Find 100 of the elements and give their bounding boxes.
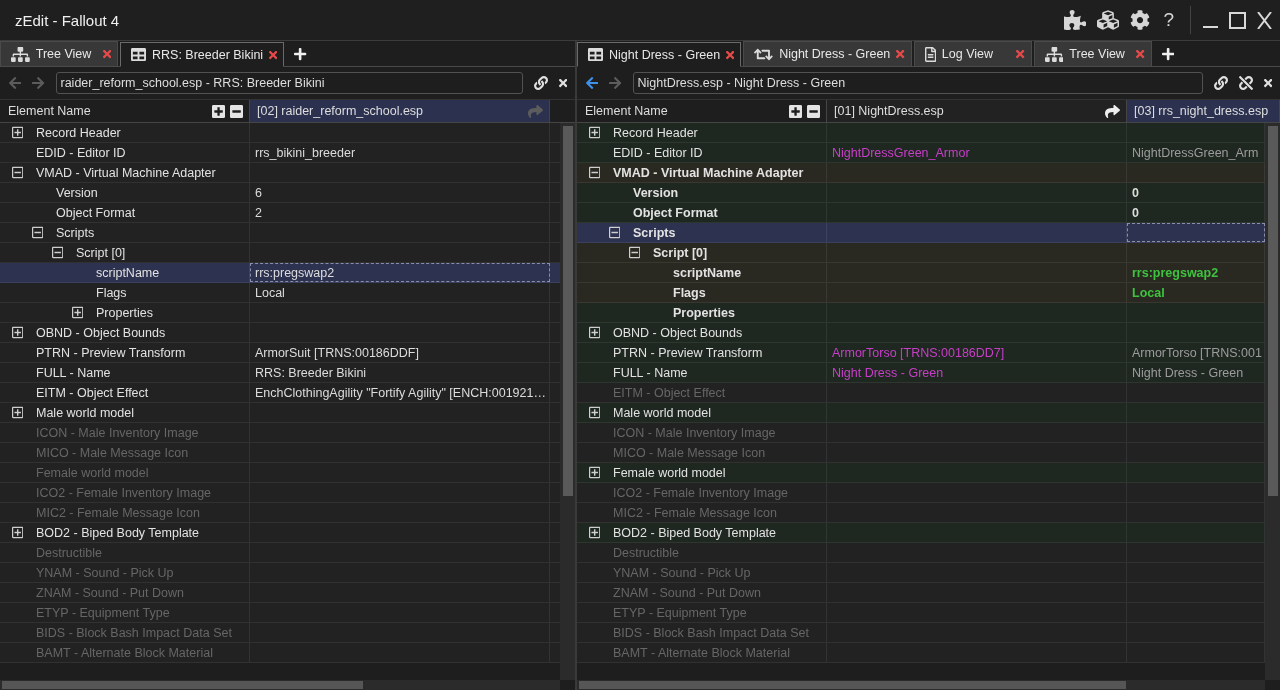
tab[interactable]: Tree View xyxy=(1033,41,1152,66)
tree-row[interactable]: Male world model xyxy=(577,403,1265,423)
close-icon[interactable] xyxy=(1257,11,1272,29)
field-value: NightDressGreen_Armor xyxy=(832,145,970,160)
close-icon[interactable] xyxy=(1263,77,1272,89)
link-icon[interactable] xyxy=(1213,76,1228,90)
tree-row[interactable]: Properties xyxy=(577,303,1265,323)
scrollbar-thumb[interactable] xyxy=(563,126,573,496)
close-icon[interactable] xyxy=(558,77,567,89)
tree-row[interactable]: Script [0] xyxy=(577,243,1265,263)
tree-row[interactable]: BOD2 - Biped Body Template xyxy=(0,523,560,543)
path-field[interactable]: NightDress.esp - Night Dress - Green xyxy=(632,72,1203,94)
scrollbar-thumb[interactable] xyxy=(2,681,364,689)
element-name: BIDS - Block Bash Impact Data Set xyxy=(36,625,232,640)
field-value: RRS: Breeder Bikini xyxy=(255,365,367,380)
file-column-header[interactable]: [01] NightDress.esp xyxy=(827,100,1127,122)
tree-row[interactable]: EDID - Editor ID NightDressGreen_Armor NightDressGreen_Arm xyxy=(577,143,1265,163)
element-name: MICO - Male Message Icon xyxy=(613,445,766,460)
tab[interactable]: RRS: Breeder Bikini xyxy=(120,42,285,67)
tree-row[interactable]: Flags Local xyxy=(577,283,1265,303)
element-name: Male world model xyxy=(613,405,711,420)
tree-row[interactable]: Record Header xyxy=(0,123,560,143)
field-value: 0 xyxy=(1132,185,1139,200)
element-name: PTRN - Preview Transform xyxy=(36,345,186,360)
element-name: OBND - Object Bounds xyxy=(613,325,743,340)
element-name: VMAD - Virtual Machine Adapter xyxy=(36,165,216,180)
tree-row[interactable]: Version 0 xyxy=(577,183,1265,203)
tree-row[interactable]: scriptName rrs:pregswap2 xyxy=(0,263,560,283)
field-value: Night Dress - Green xyxy=(832,365,944,380)
tab[interactable]: Night Dress - Green xyxy=(577,42,742,67)
element-name: Version xyxy=(56,185,98,200)
tree-row[interactable]: FULL - Name RRS: Breeder Bikini xyxy=(0,363,560,383)
element-name: Female world model xyxy=(36,465,149,480)
horizontal-scrollbar[interactable] xyxy=(577,680,1265,690)
tree-row[interactable]: OBND - Object Bounds xyxy=(577,323,1265,343)
element-name: Record Header xyxy=(36,125,121,140)
tree-row[interactable]: Flags Local xyxy=(0,283,560,303)
puzzle-icon[interactable] xyxy=(1063,10,1087,30)
scrollbar-thumb[interactable] xyxy=(579,681,1127,689)
file-column-header[interactable]: [03] rrs_night_dress.esp xyxy=(1127,100,1280,122)
tree-row[interactable]: PTRN - Preview Transform ArmorSuit [TRNS:00186DDF] xyxy=(0,343,560,363)
focused-cell[interactable] xyxy=(1127,223,1265,242)
maximize-icon[interactable] xyxy=(1229,11,1246,29)
tree-row[interactable]: PTRN - Preview Transform ArmorTorso [TRNS:00186DD7] ArmorTorso [TRNS:001 xyxy=(577,343,1265,363)
column-header: Element Name xyxy=(8,104,92,118)
plus-icon[interactable] xyxy=(1161,46,1174,61)
cubes-icon[interactable] xyxy=(1097,9,1120,31)
tree-row[interactable]: scriptName rrs:pregswap2 xyxy=(577,263,1265,283)
tab[interactable]: Tree View xyxy=(0,41,118,66)
link-icon[interactable] xyxy=(533,76,548,90)
field-value: rrs_bikini_breeder xyxy=(255,145,356,160)
element-name: Flags xyxy=(673,285,706,300)
field-value: ArmorSuit [TRNS:00186DDF] xyxy=(255,345,419,360)
scrollbar-thumb[interactable] xyxy=(1268,126,1278,496)
element-name: YNAM - Sound - Pick Up xyxy=(613,565,751,580)
horizontal-scrollbar[interactable] xyxy=(0,680,560,690)
tree-row[interactable]: Female world model xyxy=(577,463,1265,483)
focused-cell[interactable]: rrs:pregswap2 xyxy=(250,263,550,282)
tree-row[interactable]: Version 6 xyxy=(0,183,560,203)
path-field[interactable]: raider_reform_school.esp - RRS: Breeder Bikini xyxy=(55,72,523,94)
tree-row[interactable]: BOD2 - Biped Body Template xyxy=(577,523,1265,543)
file-name: [02] raider_reform_school.esp xyxy=(257,104,425,118)
file-column-header[interactable]: [02] raider_reform_school.esp xyxy=(250,100,550,122)
tree-row[interactable]: Object Format 0 xyxy=(577,203,1265,223)
element-name: Scripts xyxy=(633,225,676,240)
window-title: zEdit - Fallout 4 xyxy=(15,11,121,29)
tree-row[interactable]: Scripts xyxy=(577,223,1265,243)
tree-row[interactable]: EDID - Editor ID rrs_bikini_breeder xyxy=(0,143,560,163)
tree-row[interactable]: VMAD - Virtual Machine Adapter xyxy=(0,163,560,183)
column-header: Element Name xyxy=(585,104,669,118)
plus-icon[interactable] xyxy=(294,46,307,61)
share-arrow-icon[interactable] xyxy=(1105,103,1120,119)
tree-row[interactable]: Object Format 2 xyxy=(0,203,560,223)
arrow-left-icon[interactable] xyxy=(586,76,599,90)
element-name: YNAM - Sound - Pick Up xyxy=(36,565,174,580)
element-name: MIC2 - Female Message Icon xyxy=(36,505,200,520)
vertical-scrollbar[interactable] xyxy=(1265,123,1280,680)
tree-row[interactable]: OBND - Object Bounds xyxy=(0,323,560,343)
tree-row[interactable]: FULL - Name Night Dress - Green Night Dress - Green xyxy=(577,363,1265,383)
tree-row[interactable]: EITM - Object Effect EnchClothingAgility "Fortify Agility" [ENCH:001921… xyxy=(0,383,560,403)
element-name: MIC2 - Female Message Icon xyxy=(613,505,777,520)
tree-row[interactable]: Script [0] xyxy=(0,243,560,263)
settings-icon[interactable] xyxy=(1130,10,1151,30)
tree-row[interactable]: Properties xyxy=(0,303,560,323)
table-icon xyxy=(131,47,146,62)
tree-row[interactable]: VMAD - Virtual Machine Adapter xyxy=(577,163,1265,183)
vertical-scrollbar[interactable] xyxy=(560,123,575,680)
element-name: PTRN - Preview Transform xyxy=(613,345,763,360)
element-name: Properties xyxy=(673,305,735,320)
element-name: EITM - Object Effect xyxy=(36,385,149,400)
tab[interactable]: Log View xyxy=(913,41,1032,66)
element-name: Properties xyxy=(96,305,153,320)
unlink-icon[interactable] xyxy=(1238,76,1253,90)
tab[interactable]: Night Dress - Green xyxy=(743,41,912,66)
tree-row[interactable]: Scripts xyxy=(0,223,560,243)
element-name: Destructible xyxy=(613,545,679,560)
table-icon xyxy=(588,47,603,62)
tree-row[interactable]: Male world model xyxy=(0,403,560,423)
help-button[interactable]: ? xyxy=(1161,9,1176,31)
tree-row[interactable]: Record Header xyxy=(577,123,1265,143)
